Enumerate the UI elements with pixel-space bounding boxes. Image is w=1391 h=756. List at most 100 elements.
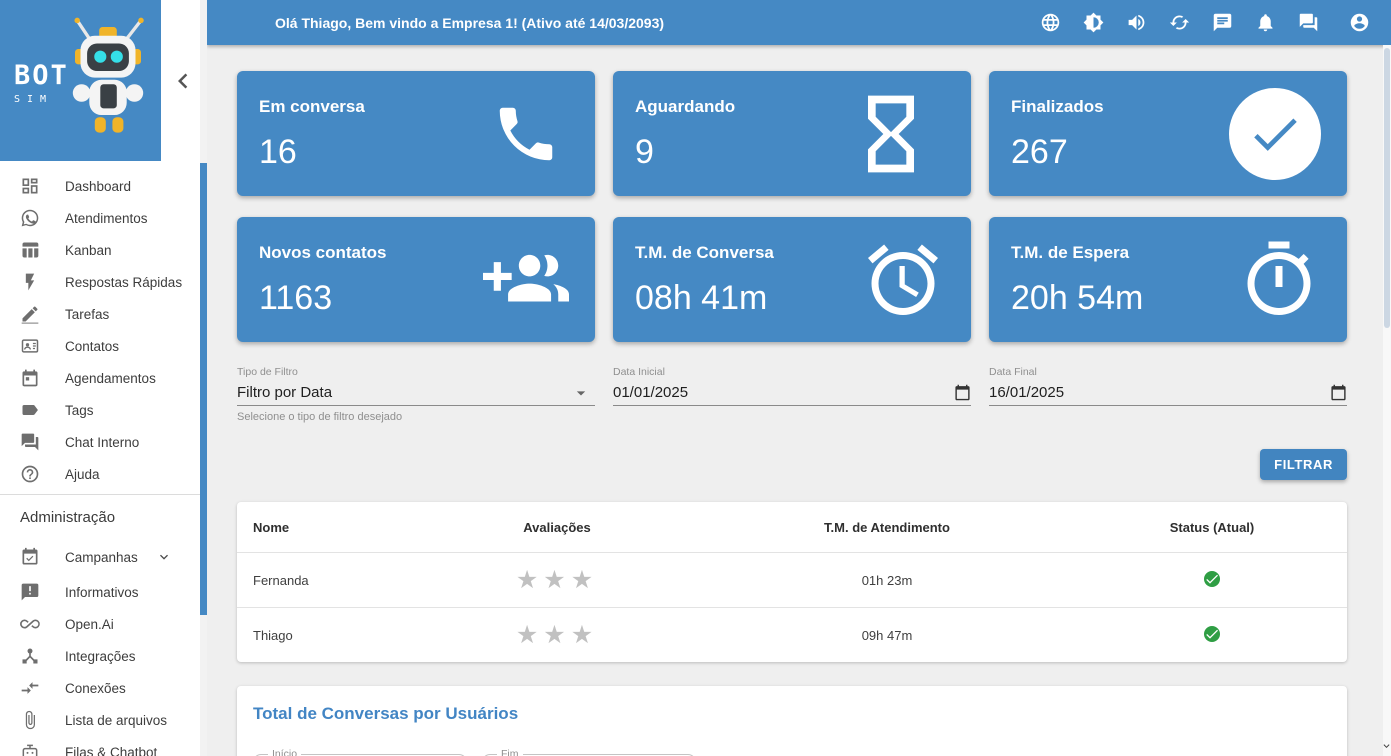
sidebar-item-label: Conexões (65, 681, 126, 696)
filter-type-label: Tipo de Filtro (237, 366, 595, 380)
totals-start-input[interactable]: Início (253, 748, 467, 756)
help-icon (20, 464, 40, 484)
timer-icon (1237, 238, 1321, 322)
filter-type-helper: Selecione o tipo de filtro desejado (237, 411, 595, 423)
brightness-icon[interactable] (1083, 12, 1104, 33)
attendant-name: Thiago (237, 628, 417, 643)
sync-icon[interactable] (1169, 12, 1190, 33)
sidebar-item-label: Atendimentos (65, 211, 148, 226)
stat-card-em-conversa: Em conversa 16 (237, 71, 595, 196)
filter-type-select[interactable]: Filtro por Data (237, 380, 595, 406)
filter-type-field: Tipo de Filtro Filtro por Data Selecione… (237, 366, 595, 423)
totals-start-label: Início (268, 748, 301, 756)
attendant-name: Fernanda (237, 573, 417, 588)
person-add-icon (483, 237, 569, 323)
calendar-picker-icon[interactable] (1330, 384, 1347, 401)
sidebar-scrollbar-thumb[interactable] (200, 163, 207, 615)
calendar-check-icon (20, 547, 40, 567)
attendants-table: Nome Avaliações T.M. de Atendimento Stat… (237, 502, 1347, 662)
sidebar-item-respostas-rapidas[interactable]: Respostas Rápidas (0, 266, 200, 298)
check-icon (1204, 626, 1220, 642)
sidebar-item-integracoes[interactable]: Integrações (0, 640, 200, 672)
sidebar-item-label: Tags (65, 403, 94, 418)
totals-date-fields: Início Fim (253, 748, 1331, 756)
sidebar-item-label: Integrações (65, 649, 136, 664)
sidebar-item-label: Agendamentos (65, 371, 156, 386)
sidebar-item-ajuda[interactable]: Ajuda (0, 458, 200, 490)
sidebar: BOT SIM (0, 0, 207, 756)
alarm-icon (861, 238, 945, 322)
tag-icon (20, 400, 40, 420)
sidebar-item-label: Filas & Chatbot (65, 745, 157, 756)
check-circle-icon (1229, 88, 1321, 180)
calendar-picker-icon[interactable] (954, 384, 971, 401)
sidebar-item-label: Informativos (65, 585, 139, 600)
bell-icon[interactable] (1255, 12, 1276, 33)
totals-section-title: Total de Conversas por Usuários (253, 704, 1331, 724)
volume-icon[interactable] (1126, 12, 1147, 33)
filter-button-row: FILTRAR (237, 449, 1347, 480)
sidebar-item-label: Tarefas (65, 307, 109, 322)
sidebar-item-filas-chatbot[interactable]: Filas & Chatbot (0, 736, 200, 756)
sidebar-item-campanhas[interactable]: Campanhas (0, 538, 200, 576)
attendant-tm: 09h 47m (697, 628, 1077, 643)
chat-icon[interactable] (1212, 12, 1233, 33)
announcement-icon (20, 582, 40, 602)
column-header-tm-atendimento: T.M. de Atendimento (697, 520, 1077, 535)
stat-card-novos-contatos: Novos contatos 1163 (237, 217, 595, 342)
sidebar-item-informativos[interactable]: Informativos (0, 576, 200, 608)
sidebar-item-openai[interactable]: Open.Ai (0, 608, 200, 640)
kanban-icon (20, 240, 40, 260)
sidebar-item-label: Lista de arquivos (65, 713, 167, 728)
whatsapp-icon (20, 208, 40, 228)
sidebar-item-tarefas[interactable]: Tarefas (0, 298, 200, 330)
start-date-value: 01/01/2025 (613, 384, 954, 401)
sidebar-scrollbar[interactable] (200, 0, 207, 756)
sidebar-item-chat-interno[interactable]: Chat Interno (0, 426, 200, 458)
stat-card-aguardando: Aguardando 9 (613, 71, 971, 196)
sidebar-item-label: Ajuda (65, 467, 100, 482)
contact-card-icon (20, 336, 40, 356)
globe-icon[interactable] (1040, 12, 1061, 33)
chevron-left-icon (168, 66, 198, 96)
table-row: Fernanda ★★★ 01h 23m (237, 552, 1347, 607)
start-date-input[interactable]: 01/01/2025 (613, 380, 971, 406)
sidebar-section-title: Administração (0, 495, 200, 538)
sidebar-item-tags[interactable]: Tags (0, 394, 200, 426)
end-date-input[interactable]: 16/01/2025 (989, 380, 1347, 406)
sidebar-item-kanban[interactable]: Kanban (0, 234, 200, 266)
sidebar-item-agendamentos[interactable]: Agendamentos (0, 362, 200, 394)
hub-icon (20, 646, 40, 666)
main-content: Em conversa 16 Aguardando 9 Finalizados … (207, 45, 1383, 756)
stat-card-finalizados: Finalizados 267 (989, 71, 1347, 196)
sidebar-item-dashboard[interactable]: Dashboard (0, 170, 200, 202)
end-date-value: 16/01/2025 (989, 384, 1330, 401)
account-icon[interactable] (1349, 12, 1370, 33)
flash-icon (20, 272, 40, 292)
sidebar-item-lista-de-arquivos[interactable]: Lista de arquivos (0, 704, 200, 736)
sidebar-nav: Dashboard Atendimentos Kanban Respostas … (0, 170, 200, 756)
page-scrollbar-thumb[interactable] (1384, 48, 1390, 328)
sidebar-item-conexoes[interactable]: Conexões (0, 672, 200, 704)
calendar-icon (20, 368, 40, 388)
sidebar-item-atendimentos[interactable]: Atendimentos (0, 202, 200, 234)
pencil-icon (20, 304, 40, 324)
table-header-row: Nome Avaliações T.M. de Atendimento Stat… (237, 502, 1347, 552)
dashboard-icon (20, 176, 40, 196)
end-date-label: Data Final (989, 366, 1347, 380)
check-icon (1246, 105, 1304, 163)
sidebar-collapse-button[interactable] (168, 66, 198, 96)
start-date-label: Data Inicial (613, 366, 971, 380)
scroll-down-icon[interactable] (1379, 740, 1391, 752)
app-logo: BOT SIM (0, 0, 161, 161)
totals-end-input[interactable]: Fim (482, 748, 696, 756)
column-header-avaliacoes: Avaliações (417, 520, 697, 535)
forum-icon[interactable] (1298, 12, 1319, 33)
robot-icon (20, 742, 40, 756)
page-scrollbar[interactable] (1383, 45, 1391, 756)
column-header-nome: Nome (237, 520, 417, 535)
top-bar: Olá Thiago, Bem vindo a Empresa 1! (Ativ… (207, 0, 1391, 45)
sidebar-item-label: Respostas Rápidas (65, 275, 182, 290)
filter-button[interactable]: FILTRAR (1260, 449, 1347, 480)
sidebar-item-contatos[interactable]: Contatos (0, 330, 200, 362)
